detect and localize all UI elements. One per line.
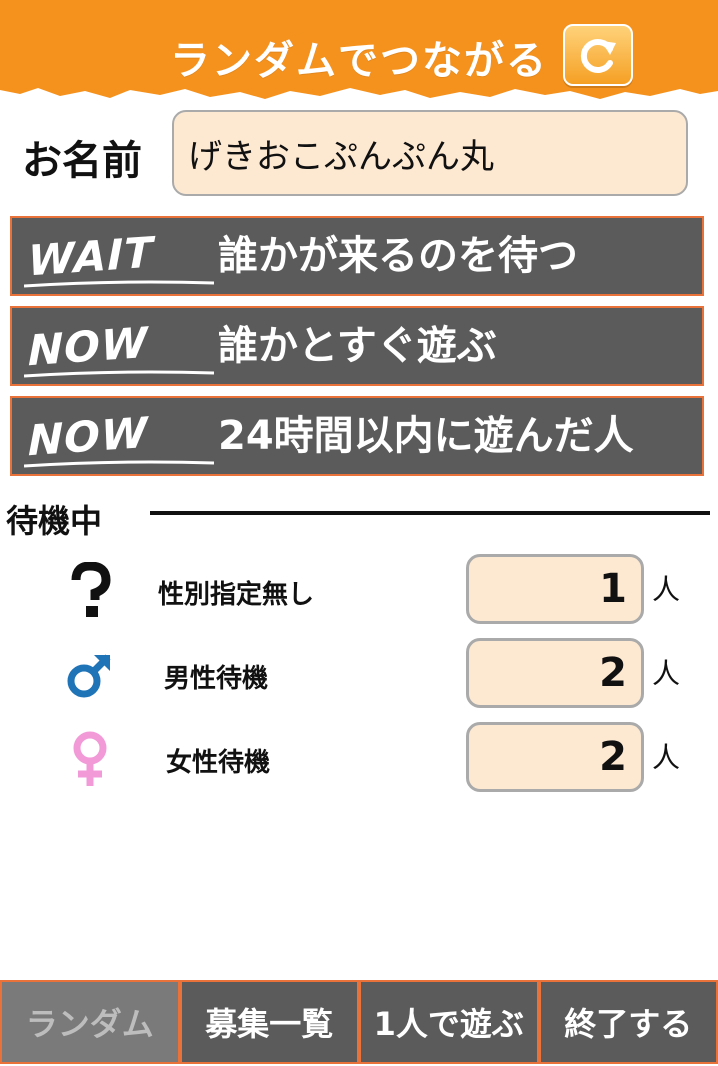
stat-unit: 人 <box>652 573 681 606</box>
stat-label-female: 女性待機 <box>166 748 271 778</box>
name-input[interactable] <box>172 110 688 196</box>
app-header: ランダムでつながる <box>0 0 718 104</box>
stat-value-any: 1 <box>466 554 644 624</box>
stat-row-male: 男性待機 2 人 <box>0 638 718 712</box>
recent-players-button[interactable]: NOW 24時間以内に遊んだ人 <box>10 396 704 476</box>
stat-unit: 人 <box>652 741 681 774</box>
refresh-icon <box>580 39 616 73</box>
wait-button-label: 誰かが来るのを待つ <box>218 233 578 279</box>
wait-button[interactable]: WAIT 誰かが来るのを待つ <box>10 216 704 296</box>
swoosh-decoration <box>24 280 214 288</box>
nav-exit[interactable]: 終了する <box>538 980 718 1064</box>
waiting-section-title: 待機中 <box>6 502 103 540</box>
stat-value-male: 2 <box>466 638 644 708</box>
now-tag: NOW <box>20 404 214 470</box>
now-tag-text: NOW <box>28 317 149 376</box>
play-now-button[interactable]: NOW 誰かとすぐ遊ぶ <box>10 306 704 386</box>
stat-label-any: 性別指定無し <box>158 580 315 610</box>
now-tag-text: NOW <box>28 407 149 466</box>
recent-players-button-label: 24時間以内に遊んだ人 <box>218 413 634 459</box>
swoosh-decoration <box>24 460 214 468</box>
refresh-button[interactable] <box>563 24 633 86</box>
name-label: お名前 <box>22 138 142 184</box>
nav-random[interactable]: ランダム <box>0 980 180 1064</box>
stat-row-any: 性別指定無し 1 人 <box>0 554 718 628</box>
male-icon <box>60 642 120 708</box>
nav-play-solo[interactable]: 1人で遊ぶ <box>359 980 539 1064</box>
section-divider <box>150 511 710 515</box>
nav-recruitment-list[interactable]: 募集一覧 <box>179 980 359 1064</box>
swoosh-decoration <box>24 370 214 378</box>
wait-tag: WAIT <box>20 224 214 290</box>
question-icon <box>60 558 120 624</box>
now-tag: NOW <box>20 314 214 380</box>
wait-tag-text: WAIT <box>28 227 154 286</box>
stat-row-female: 女性待機 2 人 <box>0 722 718 796</box>
stat-label-male: 男性待機 <box>164 664 269 694</box>
stat-value-female: 2 <box>466 722 644 792</box>
stat-unit: 人 <box>652 657 681 690</box>
play-now-button-label: 誰かとすぐ遊ぶ <box>218 323 497 369</box>
female-icon <box>60 726 120 792</box>
bottom-nav: ランダム 募集一覧 1人で遊ぶ 終了する <box>0 980 718 1066</box>
